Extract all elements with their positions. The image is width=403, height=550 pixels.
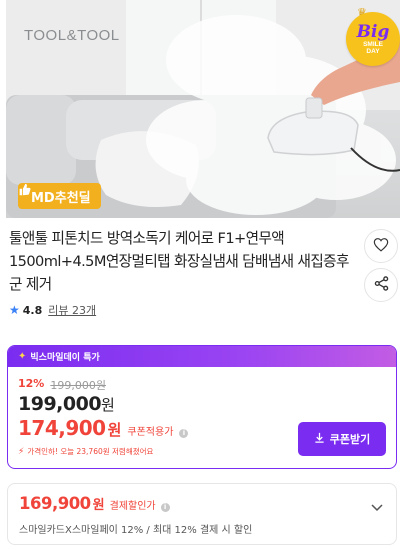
download-icon [314, 432, 325, 446]
share-button[interactable] [364, 268, 398, 302]
info-icon[interactable]: i [160, 502, 170, 512]
promo-header-label: 빅스마일데이 특가 [30, 353, 100, 363]
md-badge-label: MD추천딜 [31, 190, 91, 206]
chevron-down-icon[interactable] [369, 499, 385, 515]
price-drop-note: ⚡ 가격인하! 오늘 23,760원 저렴해졌어요 [18, 446, 153, 457]
get-coupon-button[interactable]: 쿠폰받기 [298, 422, 386, 456]
payment-discount-label: 결제할인가 [109, 501, 156, 512]
big-badge-line2: DAY [366, 47, 380, 55]
brand-watermark: TOOL&TOOL [24, 27, 120, 44]
payment-discount-card[interactable]: 169,900 원 결제할인가 i 스마일카드X스마일페이 12% / 최대 1… [7, 483, 397, 545]
price-drop-text: 가격인하! 오늘 23,760원 저렴해졌어요 [27, 447, 154, 456]
sale-price-unit: 원 [101, 396, 115, 414]
original-price-row: 12% 199,000원 [18, 377, 106, 393]
original-price: 199,000원 [50, 379, 106, 392]
get-coupon-label: 쿠폰받기 [329, 434, 371, 446]
sparkle-icon: ✦ [18, 351, 27, 362]
like-button[interactable] [364, 229, 398, 263]
coupon-price-label: 쿠폰적용가 [127, 427, 174, 438]
coupon-price-unit: 원 [107, 421, 122, 439]
heart-icon [373, 237, 389, 255]
payment-discount-unit: 원 [92, 498, 105, 513]
rating-summary: ★ 4.8 리뷰 23개 [9, 302, 96, 318]
star-icon: ★ [9, 303, 20, 317]
sale-price-value: 199,000 [18, 393, 102, 415]
payment-discount-price-row: 169,900 원 결제할인가 i [19, 494, 170, 513]
info-icon[interactable]: i [179, 428, 189, 438]
payment-discount-description: 스마일카드X스마일페이 12% / 최대 12% 결제 시 할인 [19, 525, 253, 536]
product-title: 툴앤툴 피톤치드 방역소독기 케어로 F1+연무액 1500ml+4.5M연장멀… [9, 230, 349, 293]
rating-score: 4.8 [22, 303, 43, 317]
md-recommend-badge: MD추천딜 [18, 183, 101, 209]
product-image[interactable]: TOOL&TOOL ♛ Big SMILE DAY MD추천딜 [6, 0, 400, 218]
discount-rate: 12% [18, 377, 45, 390]
payment-discount-price: 169,900 [19, 494, 91, 513]
coupon-price-value: 174,900 [18, 416, 106, 440]
big-badge-title: Big [356, 21, 390, 42]
big-badge-line1: SMILE [363, 40, 383, 48]
sale-price: 199,000원 [18, 393, 115, 415]
lightning-icon: ⚡ [18, 446, 25, 457]
share-icon [374, 276, 389, 294]
coupon-price-row: 174,900 원 쿠폰적용가 i [18, 416, 189, 440]
big-smile-day-badge: Big SMILE DAY [346, 12, 400, 66]
promo-header: ✦ 빅스마일데이 특가 [8, 346, 396, 367]
promo-price-card: ✦ 빅스마일데이 특가 12% 199,000원 199,000원 174,90… [7, 345, 397, 469]
reviews-link[interactable]: 리뷰 23개 [48, 302, 96, 318]
